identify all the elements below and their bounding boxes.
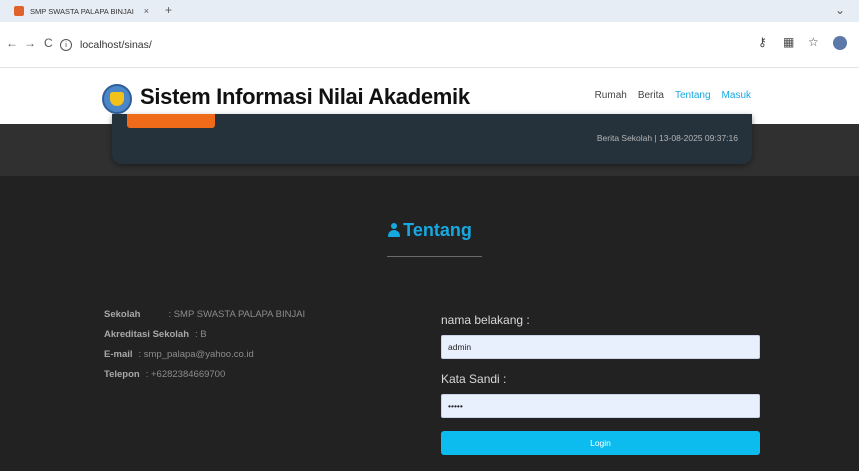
email-value: : smp_palapa@yahoo.co.id [138,349,254,360]
school-label: Sekolah [104,309,141,320]
info-icon[interactable]: i [60,39,72,51]
url-text: localhost/sinas/ [80,39,152,51]
brand-title[interactable]: Sistem Informasi Nilai Akademik [140,84,470,110]
menu-item-login[interactable]: Masuk [722,90,751,101]
info-row-phone: Telepon : +6282384669700 [104,369,305,389]
about-section: Tentang Sekolah : SMP SWASTA PALAPA BINJ… [0,176,859,471]
banner-caption: Berita Sekolah | 13-08-2025 09:37:16 [596,133,738,143]
tab-title: SMP SWASTA PALAPA BINJAI [30,6,134,16]
username-label: nama belakang : [441,313,530,327]
star-icon[interactable]: ☆ [808,35,819,49]
title-divider [387,256,482,257]
close-tab-icon[interactable]: × [144,6,149,16]
email-label: E-mail [104,349,133,360]
tab-list-button[interactable]: ⌄ [835,3,845,17]
info-row-school: Sekolah : SMP SWASTA PALAPA BINJAI [104,309,305,329]
news-card: Berita Sekolah | 13-08-2025 09:37:16 [112,114,752,164]
favicon-icon [14,6,24,16]
reload-icon[interactable]: C [44,36,53,50]
address-bar[interactable]: i localhost/sinas/ [60,32,750,58]
profile-icon[interactable] [833,36,847,50]
accreditation-label: Akreditasi Sekolah [104,329,190,340]
browser-tab-bar: SMP SWASTA PALAPA BINJAI × + ⌄ [0,0,859,22]
back-icon[interactable]: ← [6,36,18,50]
menu-item-news[interactable]: Berita [638,90,664,101]
extension-icon[interactable]: ▦ [783,35,794,49]
banner-button[interactable] [127,114,215,128]
school-info: Sekolah : SMP SWASTA PALAPA BINJAI Akred… [104,309,305,389]
main-menu: Rumah Berita Tentang Masuk [595,90,751,101]
info-row-email: E-mail : smp_palapa@yahoo.co.id [104,349,305,369]
browser-tab[interactable]: SMP SWASTA PALAPA BINJAI × [14,0,164,22]
menu-item-home[interactable]: Rumah [595,90,627,101]
browser-toolbar: ← → C i localhost/sinas/ ⚷ ▦ ☆ [0,22,859,68]
login-button[interactable]: Login [441,431,760,455]
username-field[interactable]: admin [441,335,760,359]
phone-label: Telepon [104,369,140,380]
accreditation-value: : B [195,329,207,340]
login-form: nama belakang : admin Kata Sandi : •••••… [441,313,760,455]
section-title-text: Tentang [403,220,472,240]
phone-value: : +6282384669700 [145,369,226,380]
key-icon[interactable]: ⚷ [758,35,767,49]
school-value: : SMP SWASTA PALAPA BINJAI [168,309,306,320]
section-title: Tentang [0,220,859,241]
news-banner: Berita Sekolah | 13-08-2025 09:37:16 [0,114,859,176]
password-field[interactable]: ••••• [441,394,760,418]
school-logo-icon [102,84,132,114]
new-tab-button[interactable]: + [165,3,172,17]
forward-icon[interactable]: → [24,36,36,50]
info-row-accreditation: Akreditasi Sekolah : B [104,329,305,349]
menu-item-about[interactable]: Tentang [675,90,711,101]
user-icon [387,223,401,237]
password-label: Kata Sandi : [441,372,507,386]
